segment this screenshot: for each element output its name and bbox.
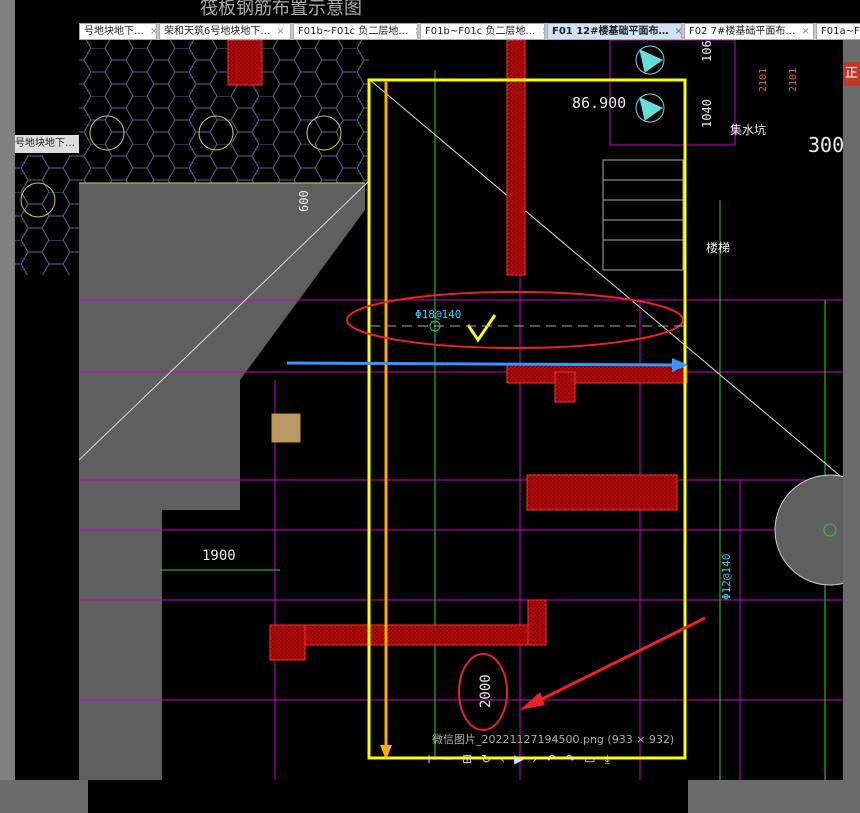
tab-0[interactable]: 号地块地下… × [79,23,157,40]
fit-button[interactable]: ⊞ [462,752,472,767]
tab-1[interactable]: 荣和天筑6号地块地下… × [159,23,291,40]
tab-label: 号地块地下… [84,26,144,37]
close-icon[interactable]: × [150,24,156,39]
close-icon[interactable]: × [276,24,284,39]
rebar-label-top: Φ18@140 [415,308,461,321]
blue-arrow [286,361,681,367]
tab-5[interactable]: F02 7#楼基础平面布… × [684,23,814,40]
next-button[interactable]: › [532,752,537,767]
close-icon[interactable]: × [414,24,417,39]
image-caption: 微信图片_20221127194500.png (933 × 932) [432,733,675,746]
redo-button[interactable]: ↷ [565,752,575,767]
right-badge[interactable]: 正 [843,62,860,86]
left-window-tab[interactable]: 号地块地下… × [15,135,79,153]
close-icon[interactable]: × [541,24,544,39]
play-button[interactable]: ▶ [514,752,523,767]
previous-button[interactable]: ‹ [500,752,505,767]
tab-label: 荣和天筑6号地块地下… [164,26,271,37]
sump-label: 集水坑 [730,122,766,137]
rotate-button[interactable]: ↻ [481,752,491,767]
hex-hatch-area [79,40,369,183]
image-viewer-frame [367,78,687,760]
rebar-label-right: Φ12@140 [720,554,733,600]
download-button[interactable]: ⤓ [605,752,610,767]
dimension-2101: 2101 [758,68,769,92]
gray-slab-region [79,183,365,780]
tab-label: F01b~F01c 负二层地… [425,26,536,37]
dimension-1040: 1040 [700,99,714,128]
tab-label: 号地块地下… [15,138,75,149]
close-icon[interactable]: × [801,24,809,39]
drawing-tab-bar: 号地块地下… × 荣和天筑6号地块地下… × F01b~F01c 负二层地… × F0… [79,23,860,40]
image-viewer-toolbar: + − ⊞ ↻ ‹ ▶ › ↶ ↷ ▭ ⤓ [424,752,610,767]
tab-label: F01b~F01c 负二层地… [298,26,409,37]
tab-label: F02 7#楼基础平面布… [689,26,796,37]
dimension-2101: 2101 [788,68,799,92]
zoom-out-button[interactable]: − [443,752,453,767]
window-button[interactable]: ▭ [584,752,595,767]
close-icon[interactable]: × [675,24,681,39]
undo-button[interactable]: ↶ [546,752,556,767]
tab-label: F01 12#楼基础平面布… [552,26,669,37]
tab-2[interactable]: F01b~F01c 负二层地… × [293,23,418,40]
cad-canvas[interactable]: 筏板钢筋布置示意图 Φ18@140 Φ12@140 1900 2000 600 … [0,0,860,813]
tab-6[interactable]: F01a~F0 [816,23,860,40]
dimension-106: 106 [700,40,714,62]
stairs-label: 楼梯 [706,240,730,255]
tab-3[interactable]: F01b~F01c 负二层地… × [420,23,545,40]
tab-4-active[interactable]: F01 12#楼基础平面布… × [547,23,682,40]
dimension-600: 600 [297,190,311,212]
check-mark [466,314,497,343]
drawing-title: 筏板钢筋布置示意图 [200,0,362,19]
red-arrow [529,616,706,707]
dimension-1900: 1900 [202,548,236,564]
dimension-300: 300 [808,133,844,157]
dimension-2000: 2000 [478,674,494,708]
close-icon[interactable]: × [78,138,79,149]
zoom-in-button[interactable]: + [424,752,434,767]
bottom-bar [0,780,860,813]
tab-label: F01a~F0 [821,26,860,37]
elevation-label: 86.900 [572,94,626,112]
